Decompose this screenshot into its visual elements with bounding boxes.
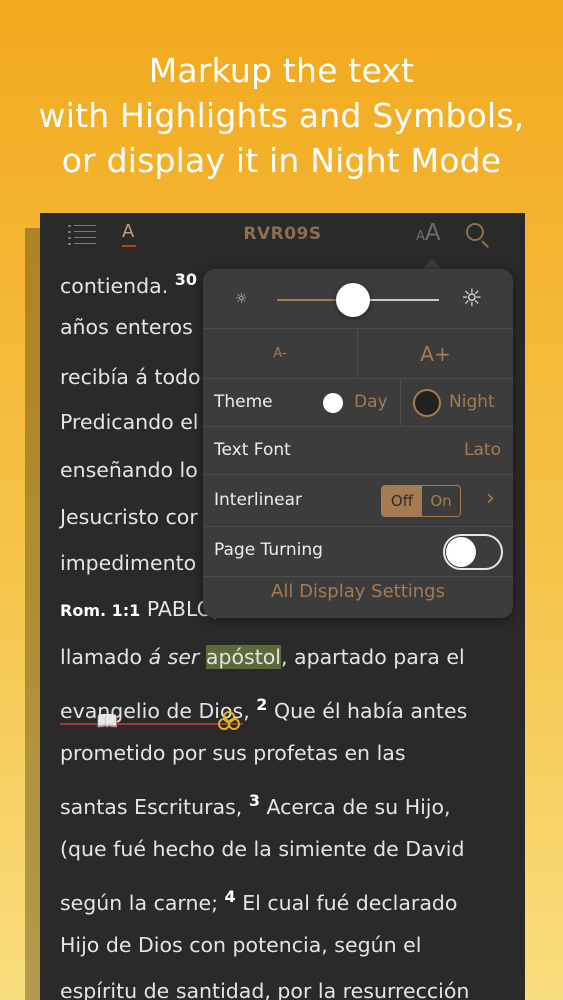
theme-night-option[interactable]	[413, 389, 441, 417]
verse-text: El cual fué declarado	[242, 891, 458, 915]
verse-number[interactable]: 3	[249, 791, 260, 810]
verse-text: contienda.	[60, 274, 169, 298]
theme-day-option[interactable]: Day	[309, 379, 401, 427]
decrease-font-button[interactable]: A-	[203, 329, 358, 379]
rings-icon[interactable]	[218, 711, 240, 733]
verse-line: según la carne; 4 El cual fué declarado	[60, 887, 457, 915]
text-font-value[interactable]: Lato	[464, 440, 501, 460]
highlighted-word[interactable]: apóstol	[205, 645, 281, 669]
search-icon[interactable]	[466, 223, 492, 249]
verse-line: años enteros	[60, 315, 193, 339]
reader-toolbar: A RVR09S AA	[40, 213, 525, 257]
page-turning-label: Page Turning	[214, 540, 323, 560]
interlinear-row: Interlinear Off On ›	[203, 475, 513, 527]
text-size-icon[interactable]: AA	[416, 220, 441, 246]
text-font-row[interactable]: Text Font Lato	[203, 427, 513, 475]
interlinear-on-segment[interactable]: On	[422, 486, 460, 516]
brightness-high-icon: ☼	[461, 284, 483, 312]
promo-headline: Markup the text with Highlights and Symb…	[0, 48, 563, 183]
theme-label: Theme	[214, 392, 273, 412]
night-label[interactable]: Night	[449, 392, 495, 412]
verse-number[interactable]: 2	[256, 695, 267, 714]
theme-row: Theme Day Night	[203, 379, 513, 427]
chapter-reference[interactable]: Rom. 1:1	[60, 601, 140, 620]
verse-line: prometido por sus profetas en las	[60, 741, 406, 765]
verse-line: Jesucristo cor	[60, 505, 198, 529]
display-settings-popover: ☼ ☼ A- A+ Theme Day Night Text Font Lato…	[203, 269, 513, 618]
brightness-low-icon: ☼	[235, 291, 248, 307]
verse-text: según la carne;	[60, 891, 218, 915]
day-label: Day	[354, 392, 388, 412]
headline-line-2: with Highlights and Symbols,	[38, 96, 525, 135]
verse-text: ,	[243, 699, 250, 723]
verse-line: enseñando lo	[60, 458, 198, 482]
verse-line: evangelio de Dios, 2 Que él había antes	[60, 695, 468, 725]
verse-line: (que fué hecho de la simiente de David	[60, 837, 465, 861]
verse-line: impedimento	[60, 551, 197, 575]
popover-arrow	[422, 259, 442, 269]
day-swatch	[323, 393, 343, 413]
brightness-row: ☼ ☼	[203, 269, 513, 329]
font-size-row: A- A+	[203, 329, 513, 379]
headline-line-3: or display it in Night Mode	[61, 141, 502, 180]
increase-font-button[interactable]: A+	[358, 329, 513, 379]
text-size-small-glyph: A	[416, 229, 425, 244]
brightness-slider-thumb[interactable]	[336, 283, 371, 317]
interlinear-off-segment[interactable]: Off	[382, 486, 422, 516]
verse-text: santas Escrituras,	[60, 795, 243, 819]
verse-number[interactable]: 30	[175, 270, 197, 289]
verse-line: Predicando el	[60, 410, 199, 434]
page-turning-toggle[interactable]	[443, 534, 503, 570]
verse-line: espíritu de santidad, por la resurrecció…	[60, 979, 470, 1000]
verse-line: llamado á ser apóstol, apartado para el	[60, 645, 465, 669]
verse-number[interactable]: 4	[225, 887, 236, 906]
chevron-right-icon[interactable]: ›	[486, 486, 495, 511]
reader-screen: A RVR09S AA contienda. 30 años enteros r…	[40, 213, 525, 1000]
verse-text: Acerca de su Hijo,	[266, 795, 451, 819]
verse-line: contienda. 30	[60, 270, 197, 298]
bible-version-button[interactable]: RVR09S	[40, 224, 525, 244]
verse-text: llamado	[60, 645, 149, 669]
verse-line: santas Escrituras, 3 Acerca de su Hijo,	[60, 791, 451, 819]
page-turning-row: Page Turning	[203, 527, 513, 577]
text-size-big-glyph: A	[424, 220, 441, 246]
verse-text: , apartado para el	[280, 645, 465, 669]
book-icon[interactable]: 📖	[96, 711, 118, 732]
verse-line: recibía á todo	[60, 365, 201, 389]
all-display-settings-link[interactable]: All Display Settings	[203, 581, 513, 602]
toggle-knob	[446, 537, 476, 567]
text-font-label: Text Font	[214, 440, 291, 460]
verse-text: Que él había antes	[273, 699, 468, 723]
verse-line: Hijo de Dios con potencia, según el	[60, 933, 422, 957]
italic-text: á ser	[148, 645, 200, 669]
underlined-phrase[interactable]: evangelio de Dios	[60, 699, 244, 725]
interlinear-label: Interlinear	[214, 490, 302, 510]
interlinear-segmented-control[interactable]: Off On	[381, 485, 461, 517]
headline-line-1: Markup the text	[148, 51, 415, 90]
